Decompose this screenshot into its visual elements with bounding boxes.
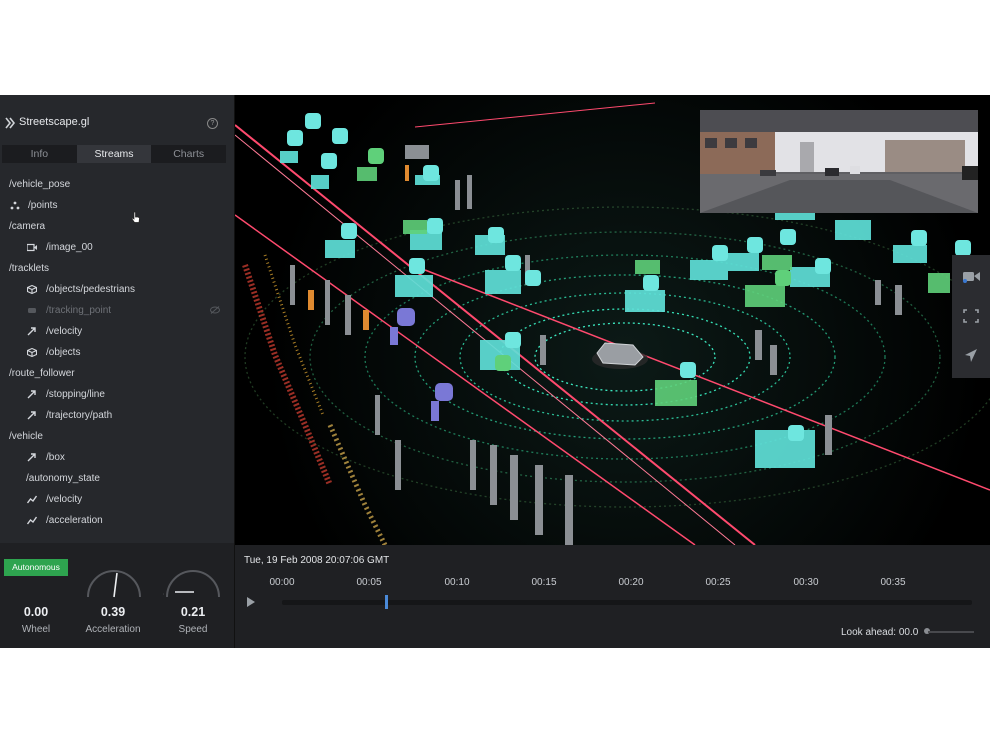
stream-label: /vehicle xyxy=(9,431,43,442)
stream-item[interactable]: /box xyxy=(0,447,234,468)
stream-item[interactable]: /velocity xyxy=(0,489,234,510)
stream-label: /vehicle_pose xyxy=(9,179,71,190)
acceleration-value: 0.39 xyxy=(100,605,126,619)
stream-item[interactable]: /stopping/line xyxy=(0,384,234,405)
stream-label: /tracklets xyxy=(9,263,50,274)
tab-charts[interactable]: Charts xyxy=(151,145,226,163)
tab-info[interactable]: Info xyxy=(2,145,77,163)
help-icon[interactable]: ? xyxy=(207,118,218,129)
stream-item[interactable]: /points xyxy=(0,195,234,216)
stream-item[interactable]: /velocity xyxy=(0,321,234,342)
timeline-tick: 00:30 xyxy=(793,577,819,588)
logo-icon xyxy=(5,117,16,129)
timeline-tick: 00:25 xyxy=(705,577,731,588)
playback-timeline: Tue, 19 Feb 2008 20:07:06 GMT 00:00 00:0… xyxy=(235,545,990,648)
arrow-icon xyxy=(27,327,36,336)
stream-item[interactable]: /camera xyxy=(0,216,234,237)
camera-image xyxy=(700,110,978,213)
chart-line-icon xyxy=(27,495,37,504)
arrow-icon xyxy=(27,453,36,462)
stream-label: /route_follower xyxy=(9,368,75,379)
stream-item[interactable]: /acceleration xyxy=(0,510,234,531)
stream-label: /objects/pedestrians xyxy=(46,284,135,295)
speed-value: 0.21 xyxy=(180,605,206,619)
tab-streams[interactable]: Streams xyxy=(76,145,152,163)
navigate-icon[interactable] xyxy=(961,347,981,365)
stream-label: /objects xyxy=(46,347,81,358)
stream-item[interactable]: /route_follower xyxy=(0,363,234,384)
stream-item[interactable]: /image_00 xyxy=(0,237,234,258)
sidebar: Streetscape.gl ? Info Streams Charts /ve… xyxy=(0,95,235,543)
wheel-label: Wheel xyxy=(21,624,51,635)
stream-label: /acceleration xyxy=(46,515,103,526)
stream-item[interactable]: /vehicle xyxy=(0,426,234,447)
stream-label: /velocity xyxy=(46,326,83,337)
stream-item[interactable]: /autonomy_state xyxy=(0,468,234,489)
vehicle-metrics-panel: Autonomous 0.00 Wheel 0.39 Acceleration … xyxy=(0,543,235,648)
cube-icon xyxy=(27,348,37,357)
chart-line-icon xyxy=(27,516,37,525)
timeline-tick: 00:00 xyxy=(269,577,295,588)
stream-label: /stopping/line xyxy=(46,389,105,400)
stream-item[interactable]: /tracking_point xyxy=(0,300,234,321)
timeline-tick: 00:20 xyxy=(618,577,644,588)
look-ahead-label: Look ahead: 00.0 xyxy=(841,627,919,638)
wheel-value: 0.00 xyxy=(23,605,49,619)
stream-item[interactable]: /objects xyxy=(0,342,234,363)
speed-label: Speed xyxy=(178,624,208,635)
sidebar-header: Streetscape.gl ? xyxy=(0,95,234,145)
viewport-toolbar xyxy=(952,255,990,378)
current-timestamp: Tue, 19 Feb 2008 20:07:06 GMT xyxy=(244,555,390,566)
stream-label: /points xyxy=(28,200,58,211)
sidebar-tabs: Info Streams Charts xyxy=(2,145,226,163)
arrow-icon xyxy=(27,390,36,399)
stream-item[interactable]: /objects/pedestrians xyxy=(0,279,234,300)
streetscape-app: Streetscape.gl ? Info Streams Charts /ve… xyxy=(0,95,990,648)
fullscreen-icon[interactable] xyxy=(961,307,981,325)
stream-item[interactable]: /vehicle_pose xyxy=(0,174,234,195)
cube-icon xyxy=(27,285,37,294)
point-icon xyxy=(28,308,36,313)
stream-item[interactable]: /trajectory/path xyxy=(0,405,234,426)
camera-feed-preview[interactable] xyxy=(700,110,978,213)
stream-label: /image_00 xyxy=(46,242,93,253)
stream-item[interactable]: /tracklets xyxy=(0,258,234,279)
timeline-tick: 00:05 xyxy=(356,577,382,588)
playhead-handle[interactable] xyxy=(384,595,388,609)
look-ahead-slider[interactable] xyxy=(928,631,974,633)
stream-label: /velocity xyxy=(46,494,83,505)
timeline-tick: 00:15 xyxy=(531,577,557,588)
arrow-icon xyxy=(27,411,36,420)
app-title: Streetscape.gl xyxy=(19,116,90,128)
camera-icon[interactable] xyxy=(961,267,981,285)
stream-label: /camera xyxy=(9,221,46,232)
stream-label: /trajectory/path xyxy=(46,410,113,421)
acceleration-gauge-icon xyxy=(87,570,141,598)
3d-viewport[interactable] xyxy=(235,95,990,545)
speed-gauge-icon xyxy=(163,570,220,598)
timeline-tick: 00:35 xyxy=(880,577,906,588)
timeline-tick: 00:10 xyxy=(444,577,470,588)
stream-label: /tracking_point xyxy=(46,305,112,316)
stream-label: /box xyxy=(46,452,65,463)
visibility-off-icon[interactable] xyxy=(210,306,220,314)
acceleration-label: Acceleration xyxy=(85,624,141,635)
stream-label: /autonomy_state xyxy=(26,473,100,484)
play-button[interactable] xyxy=(247,597,255,607)
points-icon xyxy=(10,201,20,210)
camera-icon xyxy=(27,243,37,252)
mouse-cursor-icon xyxy=(131,211,140,223)
autonomy-status-badge: Autonomous xyxy=(4,559,68,576)
